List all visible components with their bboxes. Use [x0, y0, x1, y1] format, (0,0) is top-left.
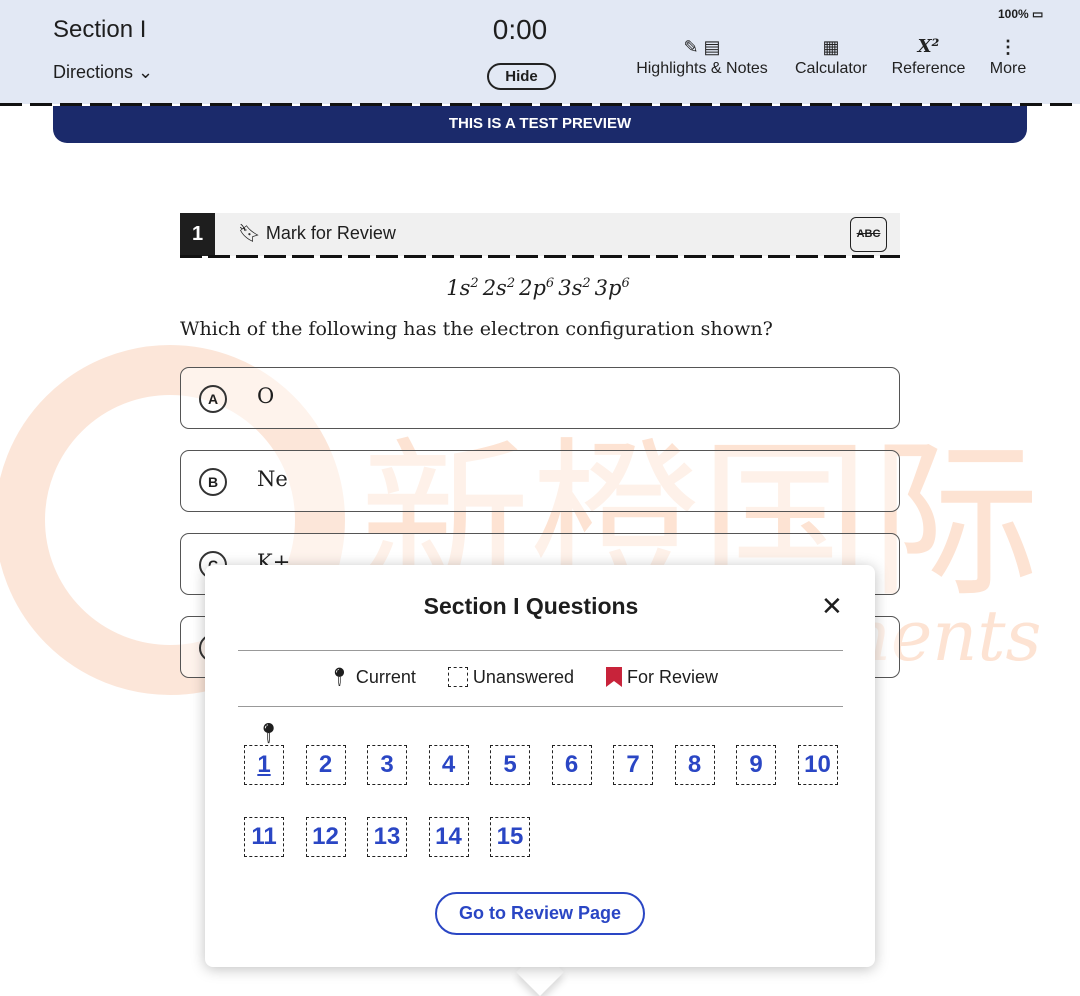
config-term: 2s2: [482, 276, 516, 300]
question-divider: [180, 255, 900, 258]
reference-icon: X²: [917, 36, 940, 57]
option-a[interactable]: AO: [180, 367, 900, 429]
highlights-notes-button[interactable]: ✎ ▤ Highlights & Notes: [633, 34, 771, 78]
directions-toggle[interactable]: Directions ⌄: [53, 62, 153, 83]
toolbar: Section I Directions ⌄ 0:00 Hide 100% ▭ …: [0, 0, 1080, 104]
config-term: 1s2: [446, 276, 479, 300]
answer-eliminator-button[interactable]: ABC: [850, 217, 887, 252]
question-nav-13[interactable]: 13: [367, 817, 407, 857]
config-term: 3p6: [594, 276, 630, 300]
close-icon[interactable]: ✕: [821, 593, 843, 619]
section-title: Section I: [53, 16, 147, 43]
directions-label: Directions: [53, 62, 134, 82]
reference-button[interactable]: X² Reference: [890, 34, 967, 78]
timer: 0:00: [492, 14, 548, 45]
question-nav-4[interactable]: 4: [428, 745, 469, 785]
chevron-down-icon: ⌄: [138, 62, 154, 82]
dashed-box-icon: [447, 667, 468, 687]
question-nav-12[interactable]: 12: [305, 817, 346, 857]
legend-current: 📍︎ Current: [328, 667, 416, 687]
question-nav-5[interactable]: 5: [490, 745, 530, 785]
config-term: 3s2: [558, 276, 591, 300]
question-number: 1: [180, 213, 215, 256]
question-navigator-popup: Section I Questions ✕ 📍︎ Current Unanswe…: [205, 565, 875, 967]
question-nav-14[interactable]: 14: [428, 817, 469, 857]
question-prompt: Which of the following has the electron …: [180, 318, 773, 340]
bookmark-icon: 🔖︎: [238, 223, 261, 243]
question-nav-2[interactable]: 2: [305, 745, 346, 785]
question-nav-15[interactable]: 15: [490, 817, 530, 857]
legend-review: For Review: [605, 667, 718, 688]
question-nav-11[interactable]: 11: [244, 817, 284, 857]
more-icon: ⋮: [999, 37, 1017, 57]
go-to-review-page-button[interactable]: Go to Review Page: [435, 892, 645, 935]
question-nav-3[interactable]: 3: [367, 745, 407, 785]
more-button[interactable]: ⋮ More: [986, 34, 1030, 78]
battery-status: 100% ▭: [998, 7, 1044, 21]
highlight-notes-icon: ✎ ▤: [683, 37, 721, 57]
divider: [238, 650, 843, 651]
question-nav-6[interactable]: 6: [551, 745, 592, 785]
calculator-button[interactable]: ▦ Calculator: [792, 34, 870, 78]
test-preview-banner: THIS IS A TEST PREVIEW: [53, 106, 1027, 143]
current-location-icon: 📍︎: [256, 723, 282, 745]
question-nav-8[interactable]: 8: [674, 745, 715, 785]
question-nav-7[interactable]: 7: [613, 745, 653, 785]
question-nav-9[interactable]: 9: [736, 745, 776, 785]
question-nav-1[interactable]: 1: [244, 745, 284, 785]
electron-configuration: 1s2 2s2 2p6 3s2 3p6: [180, 276, 900, 300]
bookmark-red-icon: [605, 667, 622, 687]
config-term: 2p6: [519, 276, 555, 300]
mark-for-review-button[interactable]: 🔖︎ Mark for Review: [238, 223, 396, 244]
question-header: 1 🔖︎ Mark for Review ABC: [180, 213, 900, 256]
popup-title: Section I Questions: [423, 593, 639, 619]
divider: [238, 706, 843, 707]
hide-timer-button[interactable]: Hide: [487, 63, 556, 90]
question-nav-10[interactable]: 10: [797, 745, 838, 785]
calculator-icon: ▦: [822, 37, 840, 57]
option-b[interactable]: B Ne: [180, 450, 900, 512]
legend: 📍︎ Current Unanswered For Review: [328, 667, 718, 688]
battery-icon: ▭: [1032, 7, 1044, 21]
legend-unanswered: Unanswered: [447, 667, 574, 688]
location-pin-icon: 📍︎: [328, 667, 351, 687]
